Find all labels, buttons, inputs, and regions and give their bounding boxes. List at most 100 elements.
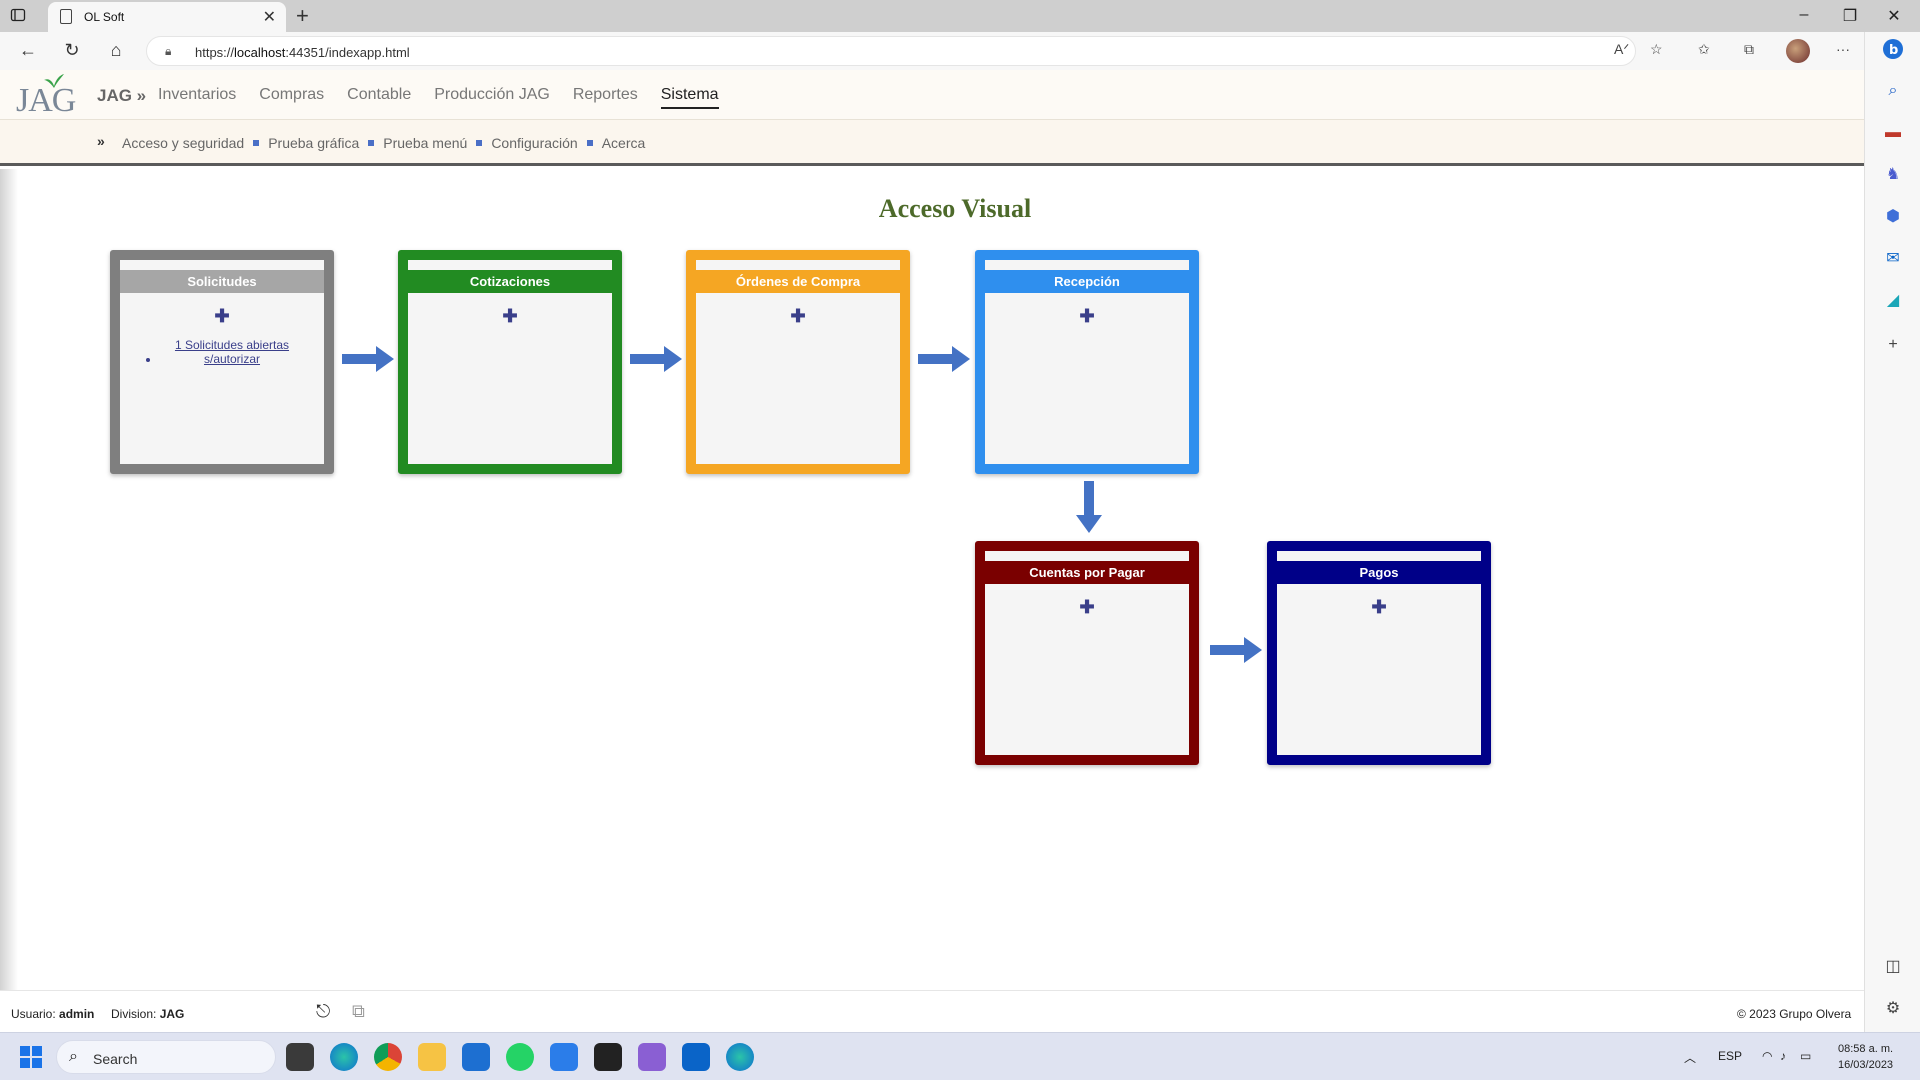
settings-gear-icon[interactable]: ⚙ [1882, 998, 1904, 1020]
subnav-configuracion[interactable]: Configuración [491, 135, 577, 151]
task-view-icon[interactable] [286, 1043, 314, 1071]
tab-actions-icon[interactable] [10, 7, 38, 27]
profile-avatar[interactable] [1786, 39, 1810, 63]
box-title: Cuentas por Pagar [985, 561, 1189, 584]
box-items: 1 Solicitudes abiertas s/autorizar [160, 338, 304, 366]
box-cuentas-por-pagar: Cuentas por Pagar ✚ [975, 541, 1199, 765]
nav-produccion-jag[interactable]: Producción JAG [434, 86, 550, 109]
add-plus-icon[interactable]: ✚ [1277, 598, 1481, 616]
clock-time: 08:58 a. m. [1838, 1043, 1894, 1055]
outlook-icon[interactable]: ✉ [1882, 248, 1904, 270]
browser-tab-active[interactable]: OL Soft ✕ [48, 2, 286, 32]
page-icon [60, 9, 72, 24]
read-aloud-icon[interactable]: Aᐟ [1614, 41, 1629, 58]
chrome-icon[interactable] [374, 1043, 402, 1071]
copy-windows-icon[interactable]: ⧉ [352, 1001, 365, 1022]
box-title: Cotizaciones [408, 270, 612, 293]
edge-active-icon[interactable] [726, 1043, 754, 1071]
taskbar-clock[interactable]: 08:58 a. m. 16/03/2023 [1838, 1041, 1893, 1073]
outlook-icon[interactable] [682, 1043, 710, 1071]
tools-icon[interactable]: ▬ [1882, 122, 1904, 144]
add-plus-icon[interactable]: ✚ [408, 307, 612, 325]
hide-sidebar-icon[interactable]: ◫ [1882, 956, 1904, 978]
add-plus-icon[interactable]: ✚ [985, 598, 1189, 616]
copyright: © 2023 Grupo Olvera [1737, 1007, 1852, 1021]
search-label: Search [93, 1051, 138, 1067]
volume-icon[interactable]: ♪ [1780, 1049, 1786, 1063]
mail-icon[interactable] [462, 1043, 490, 1071]
taskbar: ⌕ Search ︿ ESP ◠ ♪ ▭ 08:58 a. m. 16/03/2… [0, 1032, 1920, 1080]
box-title: Solicitudes [120, 270, 324, 293]
7zip-icon[interactable] [594, 1043, 622, 1071]
url-field[interactable]: 🔒︎ https://localhost:44351/indexapp.html [146, 36, 1636, 66]
close-window-icon[interactable]: ✕ [1884, 6, 1904, 26]
more-menu-icon[interactable]: ··· [1836, 41, 1850, 57]
sub-nav: » Acceso y seguridad Prueba gráfica Prue… [0, 120, 1864, 166]
taskbar-search[interactable]: ⌕ Search [56, 1040, 276, 1074]
tab-title: OL Soft [84, 10, 125, 24]
edge-icon[interactable] [330, 1043, 358, 1071]
bing-icon[interactable]: b [1882, 38, 1904, 60]
windows-start-icon[interactable] [20, 1046, 42, 1068]
drop-icon[interactable]: ◢ [1882, 290, 1904, 312]
nav-compras[interactable]: Compras [259, 86, 324, 109]
box-ordenes-compra: Órdenes de Compra ✚ [686, 250, 910, 474]
address-bar-row: ← ↻ ⌂ 🔒︎ https://localhost:44351/indexap… [0, 32, 1920, 70]
brand-label[interactable]: JAG » [97, 86, 146, 106]
nav-contable[interactable]: Contable [347, 86, 411, 109]
add-plus-icon[interactable]: ✚ [696, 307, 900, 325]
box-recepcion: Recepción ✚ [975, 250, 1199, 474]
page-title: Acceso Visual [878, 194, 1032, 223]
language-indicator[interactable]: ESP [1718, 1049, 1742, 1063]
solicitudes-abiertas-link[interactable]: 1 Solicitudes abiertas s/autorizar [160, 338, 304, 366]
division-info: Division: JAG [111, 1007, 185, 1021]
clock-date: 16/03/2023 [1838, 1059, 1894, 1071]
wifi-icon[interactable]: ◠ [1762, 1049, 1772, 1063]
back-arrow-icon[interactable]: ← [16, 40, 40, 61]
user-info: Usuario: admin [11, 1007, 95, 1021]
show-hidden-icons[interactable]: ︿ [1684, 1049, 1696, 1066]
home-icon[interactable]: ⌂ [104, 40, 128, 61]
subnav-prueba-menu[interactable]: Prueba menú [383, 135, 467, 151]
nav-inventarios[interactable]: Inventarios [158, 86, 236, 109]
left-edge-shadow [0, 169, 18, 991]
box-pagos: Pagos ✚ [1267, 541, 1491, 765]
minimize-icon[interactable]: – [1794, 6, 1814, 24]
close-tab-icon[interactable]: ✕ [263, 7, 276, 27]
subnav-prueba-grafica[interactable]: Prueba gráfica [268, 135, 359, 151]
arrow-down-icon [1076, 481, 1102, 533]
subnav-acerca[interactable]: Acerca [602, 135, 646, 151]
visual-studio-icon[interactable] [638, 1043, 666, 1071]
logout-icon[interactable]: ⎋ [316, 1001, 330, 1022]
favorites-icon[interactable]: ✩ [1698, 41, 1710, 58]
lock-icon[interactable]: 🔒︎ [165, 44, 171, 59]
games-icon[interactable]: ♞ [1882, 164, 1904, 186]
subnav-acceso-seguridad[interactable]: Acceso y seguridad [122, 135, 244, 151]
search-icon[interactable]: ⌕ [1882, 80, 1904, 102]
search-icon: ⌕ [69, 1048, 78, 1065]
battery-icon[interactable]: ▭ [1800, 1049, 1811, 1063]
nav-reportes[interactable]: Reportes [573, 86, 638, 109]
jag-logo[interactable]: JAG [16, 74, 80, 119]
arrow-right-icon [630, 346, 682, 372]
file-explorer-icon[interactable] [418, 1043, 446, 1071]
add-favorite-icon[interactable]: ☆ [1650, 41, 1663, 58]
add-plus-icon[interactable]: ✚ [985, 307, 1189, 325]
box-title: Órdenes de Compra [696, 270, 900, 293]
add-sidebar-icon[interactable]: + [1882, 334, 1904, 356]
todo-icon[interactable] [550, 1043, 578, 1071]
app-header: JAG JAG » Inventarios Compras Contable P… [0, 70, 1864, 120]
restore-icon[interactable]: ❐ [1840, 6, 1860, 26]
whatsapp-icon[interactable] [506, 1043, 534, 1071]
browser-sidebar: b ⌕ ▬ ♞ ⬢ ✉ ◢ + ◫ ⚙ [1864, 32, 1920, 1032]
list-item: 1 Solicitudes abiertas s/autorizar [160, 338, 304, 366]
app-footer: Usuario: admin Division: JAG ⎋ ⧉ © 2023 … [0, 990, 1864, 1032]
box-solicitudes: Solicitudes ✚ 1 Solicitudes abiertas s/a… [110, 250, 334, 474]
collections-icon[interactable]: ⧉ [1744, 41, 1754, 58]
separator-square [476, 140, 483, 146]
nav-sistema[interactable]: Sistema [660, 86, 719, 109]
add-plus-icon[interactable]: ✚ [120, 307, 324, 325]
new-tab-icon[interactable]: + [296, 3, 309, 29]
refresh-icon[interactable]: ↻ [60, 40, 84, 61]
separator-square [368, 140, 375, 146]
